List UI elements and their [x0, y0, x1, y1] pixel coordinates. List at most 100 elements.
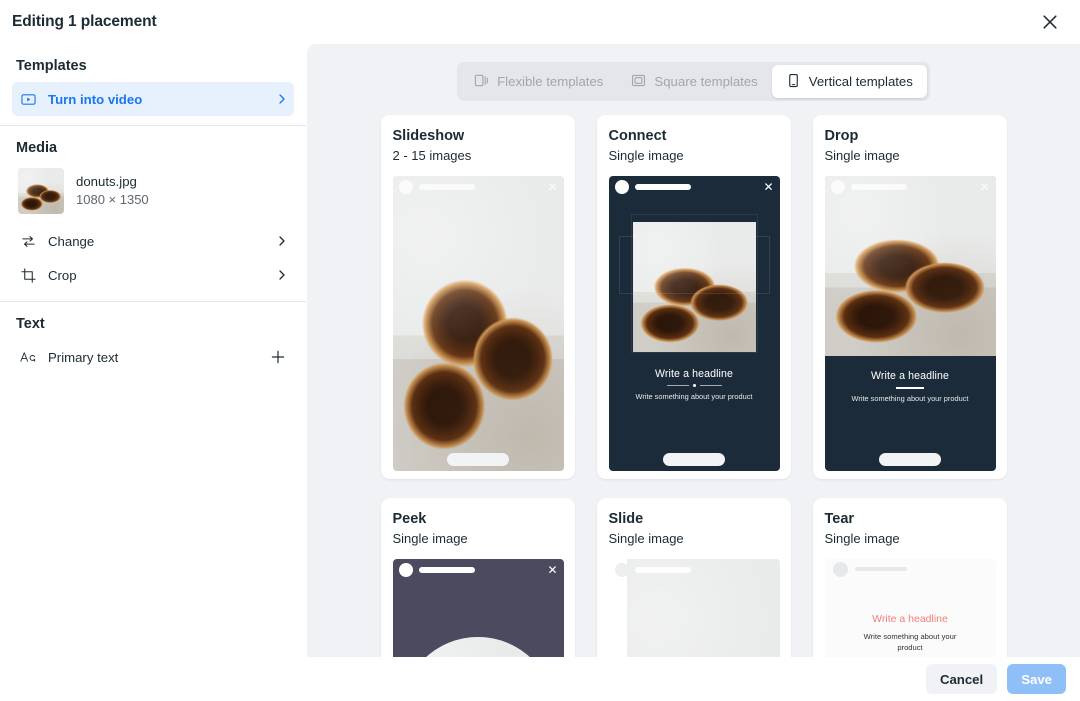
media-dimensions: 1080 × 1350	[76, 192, 149, 207]
sidebar-item-change[interactable]: Change	[12, 224, 294, 258]
vertical-template-icon	[786, 73, 801, 91]
preview-topbar	[825, 559, 996, 579]
template-title: Slideshow	[392, 128, 465, 144]
name-placeholder	[854, 567, 907, 571]
preview-body: Write something about your product	[635, 392, 753, 401]
text-section-title: Text	[16, 316, 45, 332]
avatar	[398, 563, 413, 577]
name-placeholder	[634, 567, 691, 573]
sidebar-item-turn-into-video[interactable]: Turn into video	[12, 82, 294, 116]
avatar	[614, 180, 629, 194]
preview-body: Write something about your product	[863, 632, 957, 652]
name-placeholder	[850, 184, 907, 190]
media-file-item[interactable]: donuts.jpg 1080 × 1350	[12, 164, 294, 224]
template-subtitle: Single image	[608, 148, 684, 163]
tab-square-templates[interactable]: Square templates	[617, 65, 771, 98]
close-icon: ✕	[979, 180, 990, 194]
add-primary-text-button[interactable]	[268, 347, 288, 367]
editing-dialog: Editing 1 placement Templates Turn into …	[0, 0, 1080, 701]
preview-topbar: ✕	[825, 176, 996, 198]
tab-label: Vertical templates	[808, 74, 913, 89]
preview-topbar	[609, 559, 780, 581]
template-title: Drop	[824, 128, 859, 144]
text-section: Text Primary text	[0, 302, 306, 374]
template-tabs-wrapper: Flexible templates Square templates Vert…	[307, 44, 1080, 115]
tab-label: Square templates	[654, 74, 758, 89]
template-card-peek[interactable]: Peek Single image ✕	[380, 498, 575, 657]
preview-cta-button	[663, 453, 725, 466]
dialog-header: Editing 1 placement	[0, 0, 1080, 44]
avatar	[398, 180, 413, 194]
templates-panel: Flexible templates Square templates Vert…	[307, 44, 1080, 657]
chevron-right-icon	[276, 269, 288, 281]
template-card-slide[interactable]: Slide Single image	[596, 498, 791, 657]
template-title: Tear	[824, 511, 855, 527]
preview-image-container	[401, 637, 555, 657]
name-placeholder	[418, 184, 475, 190]
preview-headline: Write a headline	[872, 613, 948, 625]
tab-flexible-templates[interactable]: Flexible templates	[460, 65, 617, 98]
template-title: Connect	[608, 128, 667, 144]
preview-topbar: ✕	[393, 176, 564, 198]
avatar	[830, 180, 845, 194]
page-title: Editing 1 placement	[12, 13, 157, 30]
template-subtitle: Single image	[824, 148, 900, 163]
preview-topbar: ✕	[393, 559, 564, 581]
template-title: Peek	[392, 511, 427, 527]
template-subtitle: 2 - 15 images	[392, 148, 472, 163]
template-card-drop[interactable]: Drop Single image ✕ Write a headline Wri	[812, 115, 1007, 479]
name-placeholder	[418, 567, 475, 573]
avatar	[614, 563, 629, 577]
tab-vertical-templates[interactable]: Vertical templates	[771, 65, 927, 98]
sidebar-item-label: Turn into video	[48, 91, 143, 107]
template-preview: ✕ Write a headline Write something about…	[608, 176, 780, 471]
sidebar-item-label: Crop	[48, 267, 77, 283]
chevron-right-icon	[276, 93, 288, 105]
template-card-tear[interactable]: Tear Single image Write a headline Write…	[812, 498, 1007, 657]
text-format-icon	[18, 350, 38, 364]
preview-cta-button	[447, 453, 509, 466]
chevron-right-icon	[276, 235, 288, 247]
name-placeholder	[634, 184, 691, 190]
preview-image	[824, 176, 996, 356]
tab-label: Flexible templates	[497, 74, 604, 89]
crop-icon	[18, 267, 38, 283]
sidebar-item-primary-text[interactable]: Primary text	[12, 340, 294, 374]
templates-section: Templates Turn into video	[0, 44, 306, 116]
media-thumbnail	[18, 168, 64, 214]
template-card-connect[interactable]: Connect Single image ✕ Write a headline	[596, 115, 791, 479]
close-button[interactable]	[1034, 6, 1066, 38]
sidebar-item-crop[interactable]: Crop	[12, 258, 294, 292]
media-file-name: donuts.jpg	[76, 174, 137, 189]
template-subtitle: Single image	[392, 531, 468, 546]
flexible-template-icon	[474, 73, 489, 91]
template-tabs: Flexible templates Square templates Vert…	[457, 62, 930, 101]
sidebar-item-label: Change	[48, 233, 95, 249]
sidebar: Templates Turn into video Media donuts.j…	[0, 44, 307, 657]
square-template-icon	[631, 73, 646, 91]
media-section-title: Media	[16, 140, 58, 156]
template-title: Slide	[608, 511, 644, 527]
preview-body: Write something about your product	[851, 393, 969, 403]
close-icon: ✕	[547, 180, 558, 194]
sidebar-item-label: Primary text	[48, 349, 119, 365]
template-card-slideshow[interactable]: Slideshow 2 - 15 images ✕	[380, 115, 575, 479]
save-button[interactable]: Save	[1007, 664, 1066, 694]
preview-image	[401, 637, 555, 657]
cancel-button[interactable]: Cancel	[925, 664, 998, 694]
templates-section-title: Templates	[16, 58, 87, 74]
preview-cta-button	[879, 453, 941, 466]
preview-topbar: ✕	[609, 176, 780, 198]
template-preview: Write a headline Write something about y…	[824, 559, 996, 657]
preview-headline: Write a headline	[871, 370, 949, 382]
divider-dot	[609, 384, 780, 387]
media-section: Media donuts.jpg 1080 × 1350 Change Crop	[0, 126, 306, 292]
template-grid: Slideshow 2 - 15 images ✕ Connect Single…	[307, 115, 1080, 657]
avatar	[832, 561, 848, 577]
preview-image	[392, 176, 564, 471]
close-icon: ✕	[763, 180, 774, 194]
divider-line	[896, 387, 924, 389]
media-meta: donuts.jpg 1080 × 1350	[76, 173, 149, 209]
preview-text-block: Write a headline Write something about y…	[825, 370, 996, 403]
template-subtitle: Single image	[608, 531, 684, 546]
